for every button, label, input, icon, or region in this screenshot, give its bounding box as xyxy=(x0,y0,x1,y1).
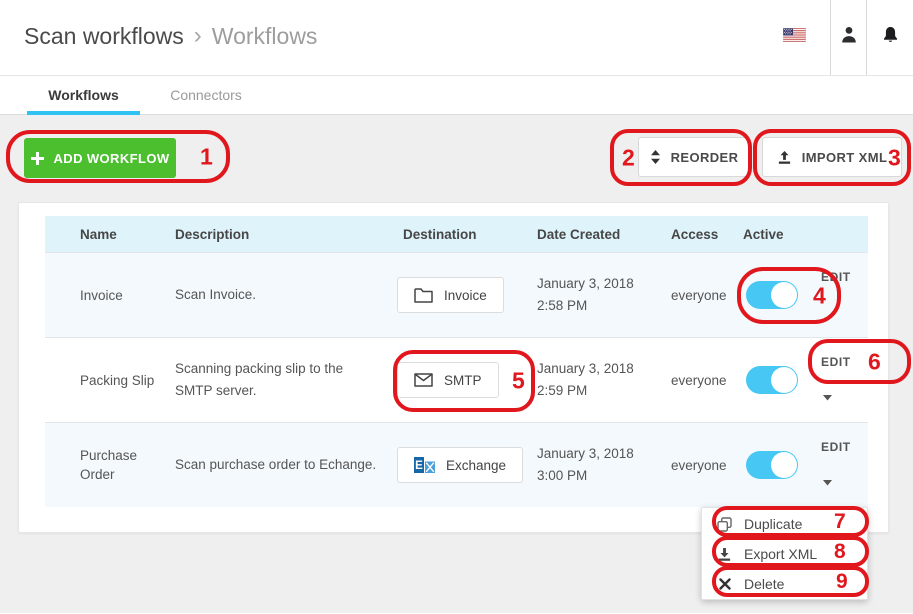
time-created: 2:58 PM xyxy=(537,295,587,317)
toggle-knob xyxy=(771,367,797,393)
toggle-knob xyxy=(771,282,797,308)
destination-label: Exchange xyxy=(446,458,506,473)
menu-item-label: Export XML xyxy=(744,546,817,562)
top-bar: Scan workflows › Workflows xyxy=(0,0,913,76)
active-toggle[interactable] xyxy=(746,281,798,309)
breadcrumb: Scan workflows › Workflows xyxy=(24,23,317,50)
plus-icon xyxy=(31,152,44,165)
column-header-access: Access xyxy=(671,227,743,242)
tab-connectors[interactable]: Connectors xyxy=(158,76,254,114)
table-row: Packing Slip Scanning packing slip to th… xyxy=(45,337,868,422)
tab-workflows[interactable]: Workflows xyxy=(27,76,140,114)
column-header-active: Active xyxy=(743,227,815,242)
folder-icon xyxy=(414,288,433,303)
date-created: January 3, 2018 xyxy=(537,443,634,465)
date-created: January 3, 2018 xyxy=(537,273,634,295)
access-value: everyone xyxy=(671,423,743,507)
date-created-cell: January 3, 2018 2:58 PM xyxy=(537,253,671,337)
chevron-down-icon[interactable] xyxy=(823,480,832,486)
destination-button[interactable]: SMTP xyxy=(397,362,499,398)
delete-icon xyxy=(716,578,733,590)
svg-text:E: E xyxy=(415,460,423,472)
row-actions-menu: Duplicate Export XML Delete xyxy=(701,507,868,600)
workflow-description: Scanning packing slip to the SMTP server… xyxy=(175,338,397,422)
upload-icon xyxy=(777,150,792,165)
import-xml-button[interactable]: IMPORT XML xyxy=(762,137,902,177)
workflow-name: Purchase Order xyxy=(45,423,175,507)
exchange-icon: E xyxy=(414,457,435,473)
sort-arrows-icon xyxy=(650,150,661,164)
duplicate-icon xyxy=(716,517,733,532)
active-toggle[interactable] xyxy=(746,366,798,394)
workflows-table: Name Description Destination Date Create… xyxy=(45,216,868,507)
column-header-name: Name xyxy=(45,227,175,242)
workflow-description: Scan Invoice. xyxy=(175,253,397,337)
workflows-card: Name Description Destination Date Create… xyxy=(18,202,889,533)
workflow-name: Packing Slip xyxy=(45,338,175,422)
menu-item-label: Duplicate xyxy=(744,516,802,532)
breadcrumb-page: Workflows xyxy=(212,23,318,50)
time-created: 3:00 PM xyxy=(537,465,587,487)
table-header-row: Name Description Destination Date Create… xyxy=(45,216,868,252)
workflow-description: Scan purchase order to Echange. xyxy=(175,423,397,507)
tab-workflows-label: Workflows xyxy=(48,87,119,103)
access-value: everyone xyxy=(671,338,743,422)
breadcrumb-separator: › xyxy=(194,22,202,50)
download-icon xyxy=(716,547,733,562)
language-flag-button[interactable] xyxy=(758,0,830,75)
time-created: 2:59 PM xyxy=(537,380,587,402)
edit-button[interactable]: EDIT xyxy=(821,440,851,454)
column-header-destination: Destination xyxy=(397,227,537,242)
bell-icon xyxy=(882,26,899,50)
add-workflow-label: ADD WORKFLOW xyxy=(54,151,170,166)
reorder-button[interactable]: REORDER xyxy=(638,137,750,177)
destination-button[interactable]: E Exchange xyxy=(397,447,523,483)
table-row: Invoice Scan Invoice. Invoice January 3,… xyxy=(45,252,868,337)
menu-item-export-xml[interactable]: Export XML xyxy=(702,539,867,569)
edit-button[interactable]: EDIT xyxy=(821,355,851,369)
notifications-button[interactable] xyxy=(867,0,913,75)
date-created: January 3, 2018 xyxy=(537,358,634,380)
menu-item-delete[interactable]: Delete xyxy=(702,569,867,599)
edit-button[interactable]: EDIT xyxy=(821,270,851,284)
envelope-icon xyxy=(414,373,433,387)
add-workflow-button[interactable]: ADD WORKFLOW xyxy=(24,138,176,178)
user-icon xyxy=(841,26,857,49)
reorder-label: REORDER xyxy=(671,150,739,165)
destination-button[interactable]: Invoice xyxy=(397,277,504,313)
chevron-down-icon[interactable] xyxy=(823,395,832,401)
us-flag-icon xyxy=(783,28,806,47)
menu-item-label: Delete xyxy=(744,576,784,592)
breadcrumb-section[interactable]: Scan workflows xyxy=(24,23,184,50)
destination-label: SMTP xyxy=(444,373,482,388)
topbar-actions xyxy=(758,0,913,75)
access-value: everyone xyxy=(671,253,743,337)
workflow-name: Invoice xyxy=(45,253,175,337)
toggle-knob xyxy=(771,452,797,478)
active-toggle[interactable] xyxy=(746,451,798,479)
tab-connectors-label: Connectors xyxy=(170,87,242,103)
date-created-cell: January 3, 2018 2:59 PM xyxy=(537,338,671,422)
column-header-description: Description xyxy=(175,227,397,242)
tab-bar: Workflows Connectors xyxy=(0,76,913,115)
user-account-button[interactable] xyxy=(831,0,866,75)
date-created-cell: January 3, 2018 3:00 PM xyxy=(537,423,671,507)
menu-item-duplicate[interactable]: Duplicate xyxy=(702,509,867,539)
import-xml-label: IMPORT XML xyxy=(802,150,888,165)
table-row: Purchase Order Scan purchase order to Ec… xyxy=(45,422,868,507)
column-header-date-created: Date Created xyxy=(537,227,671,242)
destination-label: Invoice xyxy=(444,288,487,303)
